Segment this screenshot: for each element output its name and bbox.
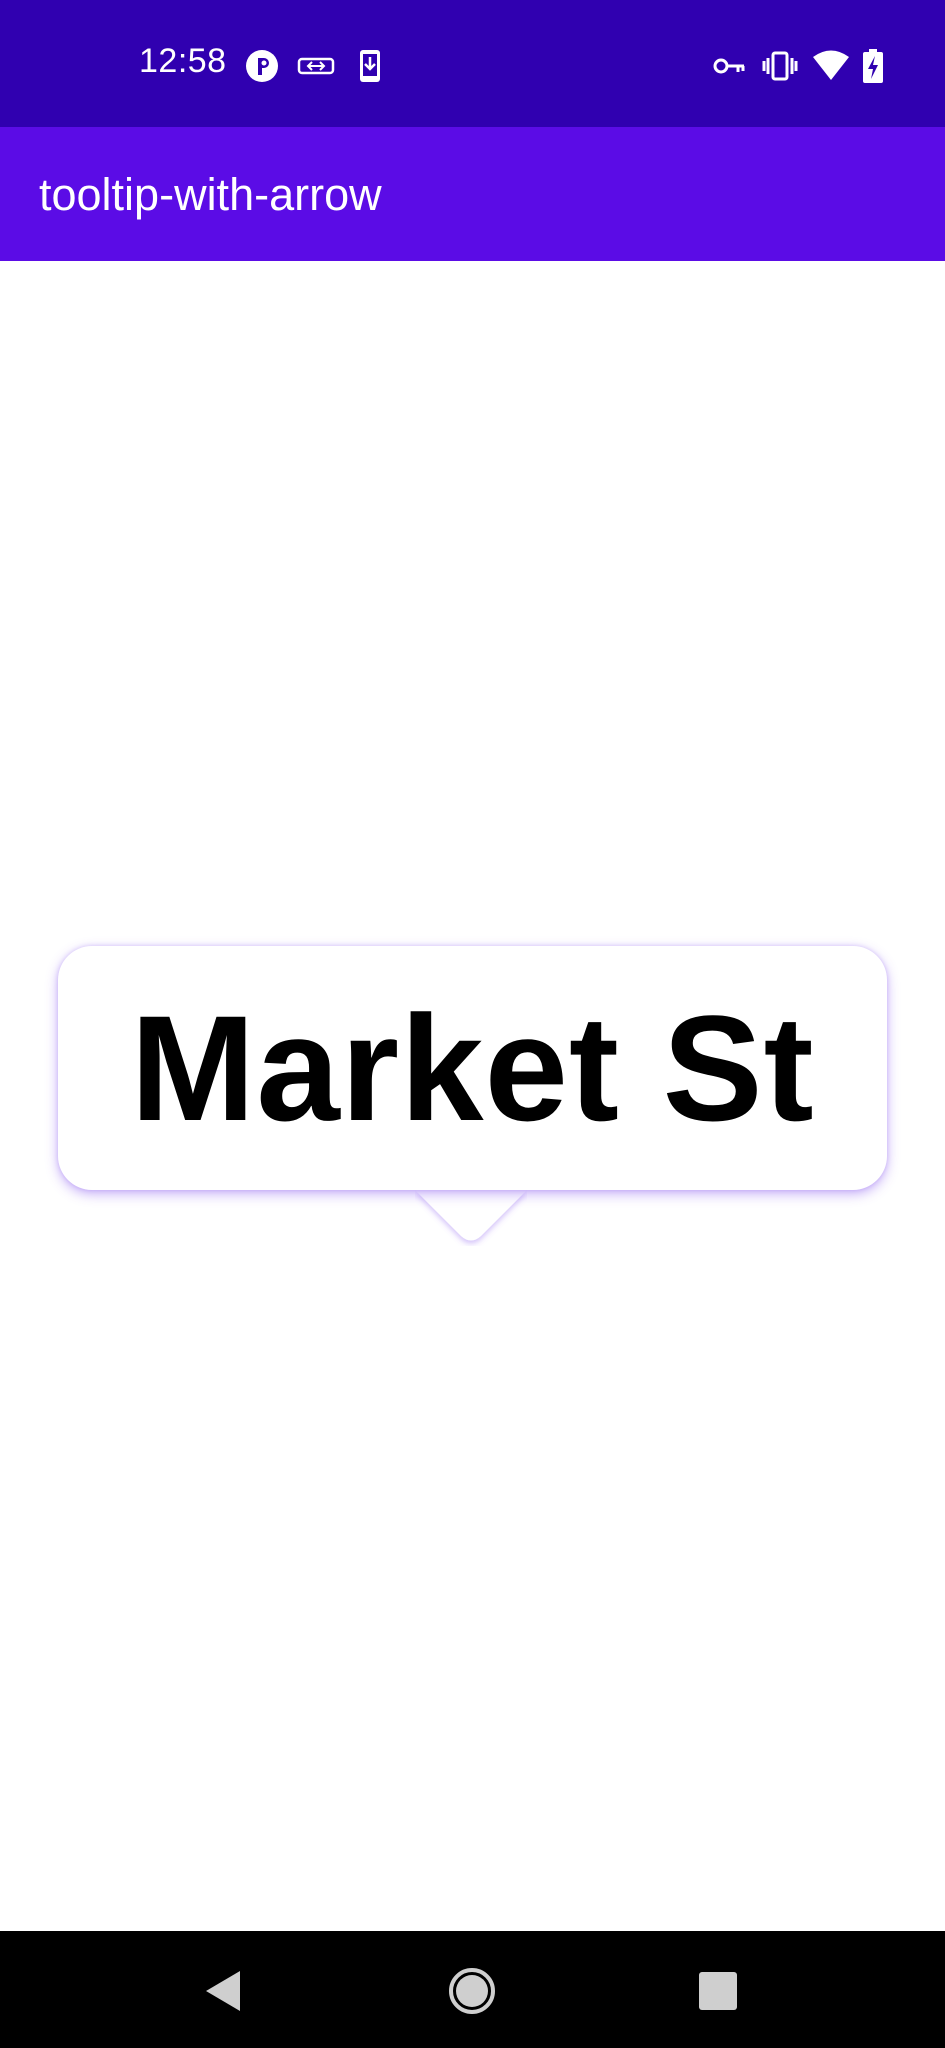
app-title: tooltip-with-arrow	[39, 169, 382, 220]
wifi-icon	[813, 50, 849, 80]
back-icon[interactable]	[198, 1965, 250, 2017]
key-icon	[713, 58, 745, 74]
vpn-tunnel-icon	[297, 57, 335, 75]
tooltip-text: Market St	[130, 984, 815, 1152]
app-bar: tooltip-with-arrow	[0, 127, 945, 261]
status-time: 12:58	[139, 42, 227, 80]
status-bar: 12:58	[0, 0, 945, 127]
app-notification-icon	[246, 50, 278, 82]
recents-icon[interactable]	[692, 1965, 744, 2017]
navigation-bar	[0, 1931, 945, 2048]
tooltip-bubble: Market St	[58, 946, 887, 1190]
battery-charging-icon	[863, 49, 883, 83]
download-icon	[360, 50, 380, 82]
home-icon[interactable]	[446, 1965, 498, 2017]
tooltip-arrow	[415, 1190, 527, 1241]
vibrate-icon	[762, 51, 798, 81]
